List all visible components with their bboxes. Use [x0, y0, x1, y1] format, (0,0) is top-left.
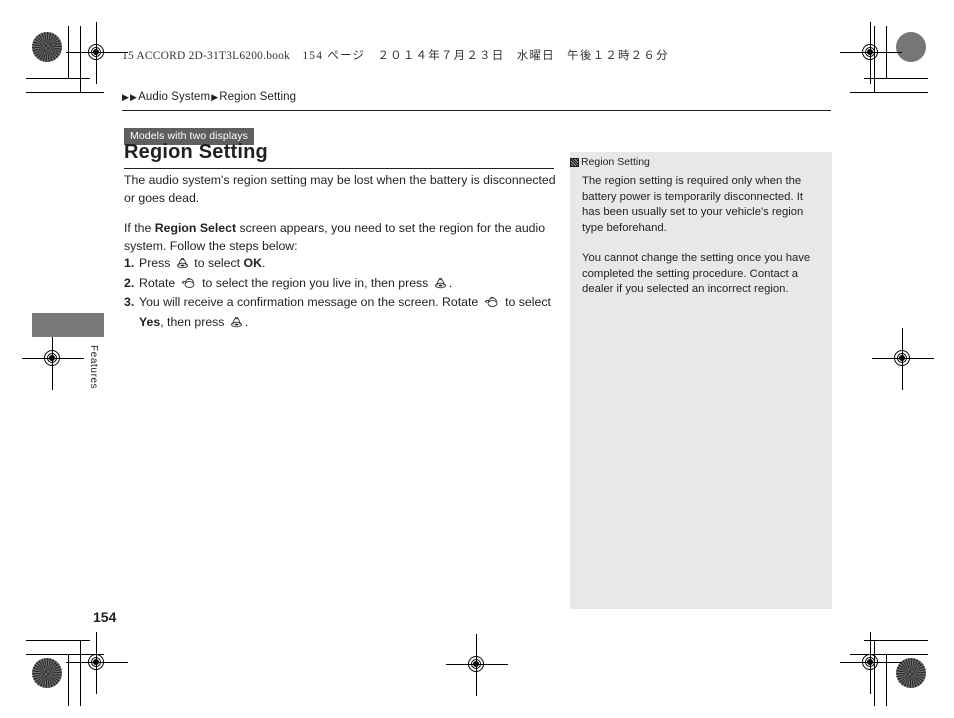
step-text: . [261, 256, 266, 270]
list-item: 2. Rotate to select the region you live i… [124, 275, 564, 295]
registration-target [872, 328, 934, 390]
lead-in-paragraph: If the Region Select screen appears, you… [124, 220, 564, 255]
breadcrumb-arrow-icon: ▶ [211, 91, 219, 102]
registration-color-patch [896, 32, 926, 62]
knob-rotate-icon [484, 296, 500, 314]
registration-color-patch [32, 32, 62, 62]
side-note-paragraph: The region setting is required only when… [582, 175, 804, 234]
registration-color-patch [32, 658, 62, 688]
registration-target [840, 632, 902, 694]
procedure-step-list: 1. Press to select OK. 2. Rotate to select… [124, 255, 564, 333]
side-note-heading: Region Setting [570, 156, 650, 168]
print-job-header: 15 ACCORD 2D-31T3L6200.book 154 ページ ２０１４… [122, 47, 669, 63]
step-text: . [448, 275, 453, 290]
step-text: You will receive a confirmation message … [139, 295, 482, 309]
step-text: to select [190, 256, 244, 270]
breadcrumb: ▶ ▶ Audio System ▶ Region Setting [122, 91, 297, 103]
registration-target [22, 328, 84, 390]
step-text: . [244, 314, 249, 329]
step-text: to select the region you live in, then p… [198, 275, 432, 290]
ok-emphasis: OK [243, 256, 262, 270]
page-title: Region Setting [124, 141, 268, 163]
step-text: to select [501, 295, 551, 309]
breadcrumb-arrow-icon: ▶ [130, 91, 138, 102]
breadcrumb-item-region-setting: Region Setting [219, 91, 297, 103]
step-text: , then press [160, 314, 228, 329]
section-tab-marker [32, 313, 104, 337]
print-header-date: ２０１４年７月２３日 [377, 50, 505, 62]
knob-rotate-icon [181, 277, 197, 295]
list-item: 1. Press to select OK. [124, 255, 564, 275]
registration-target [446, 634, 508, 696]
crop-line [80, 26, 81, 92]
breadcrumb-item-audio-system: Audio System [138, 91, 211, 103]
registration-target [840, 22, 902, 84]
step-text: Press [139, 256, 174, 270]
list-item: 3. You will receive a confirmation messag… [124, 294, 564, 333]
side-note-panel: Region Setting The region setting is req… [570, 152, 832, 609]
lead-in-text-before: If the [124, 221, 155, 235]
breadcrumb-arrow-icon: ▶ [122, 91, 130, 102]
yes-emphasis: Yes [139, 314, 161, 329]
reference-book-icon [570, 157, 579, 167]
side-note-body: The region setting is required only when… [582, 174, 820, 298]
knob-press-icon [176, 257, 189, 275]
print-header-time: 午後１２時２６分 [567, 50, 669, 62]
side-note-paragraph: You cannot change the setting once you h… [582, 252, 811, 295]
registration-target [66, 632, 128, 694]
main-content-column: The audio system's region setting may be… [124, 168, 564, 333]
print-header-page-label: 154 ページ [302, 50, 366, 62]
registration-target [66, 22, 128, 84]
step-number: 3. [124, 295, 135, 309]
intro-paragraph: The audio system's region setting may be… [124, 173, 556, 205]
knob-press-icon [434, 277, 447, 295]
print-header-filename: 15 ACCORD 2D-31T3L6200.book [122, 50, 291, 62]
print-header-weekday: 水曜日 [516, 50, 555, 62]
step-number: 2. [124, 275, 135, 290]
page-number: 154 [93, 609, 117, 625]
crop-line [80, 640, 81, 706]
crop-line [850, 92, 928, 93]
step-number: 1. [124, 256, 135, 270]
step-text: Rotate [139, 275, 179, 290]
knob-press-icon [230, 316, 243, 334]
header-divider [122, 110, 831, 111]
section-tab-label: Features [88, 345, 99, 390]
region-select-emphasis: Region Select [154, 221, 237, 235]
side-note-heading-label: Region Setting [581, 156, 650, 168]
crop-line [26, 92, 104, 93]
